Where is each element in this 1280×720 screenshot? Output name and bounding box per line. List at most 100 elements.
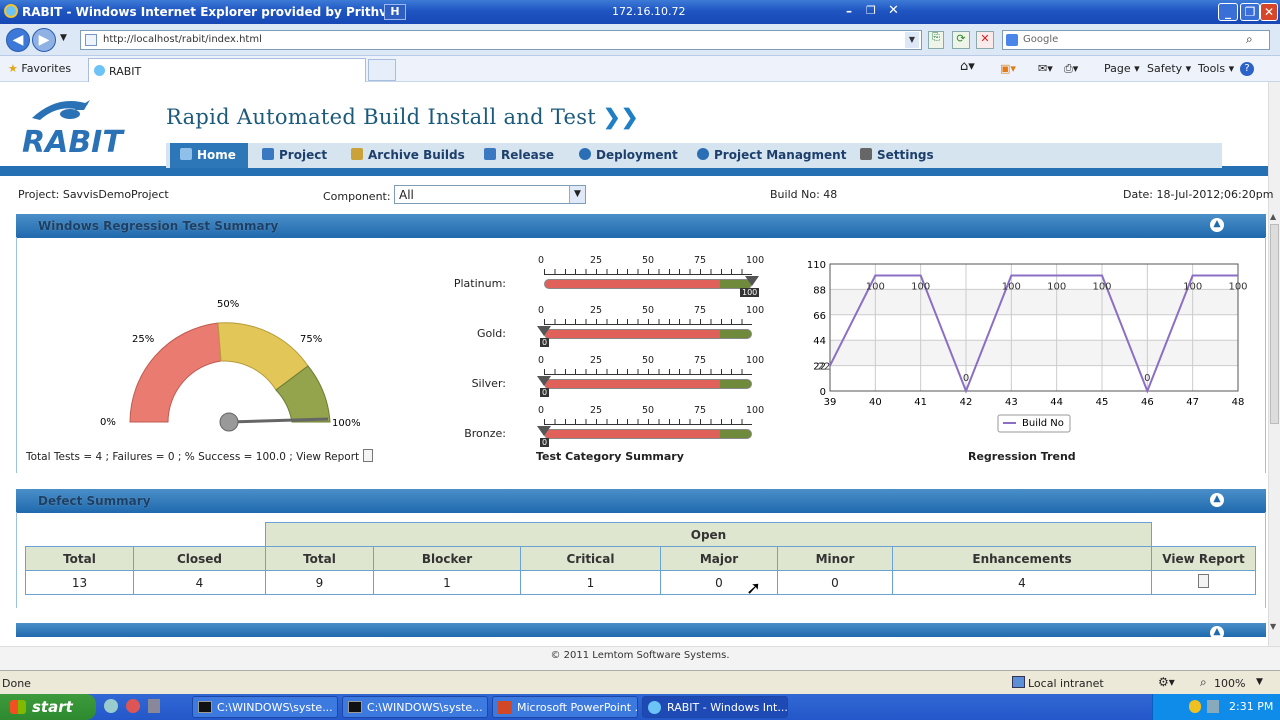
category-scale-label: 0	[538, 405, 545, 416]
regression-section-header[interactable]: Windows Regression Test Summary ▲	[16, 214, 1266, 238]
google-icon	[1006, 34, 1018, 46]
tray-icon[interactable]	[1189, 700, 1201, 713]
system-tray: 2:31 PM	[1152, 694, 1280, 720]
search-input[interactable]: Google	[1002, 30, 1270, 50]
windows-flag-icon	[10, 700, 26, 714]
safety-menu[interactable]: Safety ▾	[1147, 62, 1191, 75]
quicklaunch-icon[interactable]	[148, 699, 160, 713]
start-button[interactable]: start	[0, 694, 96, 720]
title-chevrons-icon: ❯❯	[603, 104, 639, 129]
zone-icon	[1012, 676, 1025, 688]
empty-cell	[1151, 522, 1256, 547]
collapse-up-icon[interactable]: ▲	[1210, 218, 1224, 232]
page-scrollbar[interactable]: ▲ ▼	[1268, 82, 1280, 646]
refresh-icon[interactable]: ⟳	[952, 31, 970, 49]
gauge-label-0: 0%	[100, 417, 116, 428]
feeds-icon[interactable]: ▣▾	[1000, 62, 1016, 75]
category-scale-label: 0	[538, 355, 545, 366]
tools-menu[interactable]: Tools ▾	[1198, 62, 1234, 75]
mail-icon[interactable]: ✉▾	[1038, 62, 1053, 75]
collapse-up-icon[interactable]: ▲	[1210, 493, 1224, 507]
report-date: Date: 18-Jul-2012;06:20pm	[1123, 188, 1274, 201]
zoom-dropdown-icon[interactable]: ▼	[1256, 677, 1263, 687]
gauge-label-75: 75%	[300, 334, 322, 345]
help-icon[interactable]: ?	[1240, 62, 1254, 76]
nav-project[interactable]: Project	[252, 143, 337, 168]
address-bar[interactable]: http://localhost/rabit/index.html ▼	[80, 30, 922, 50]
category-bars: Platinum: 0 25 50 75 100 100 Gold: 0 25 50 75 100 0 Si…	[440, 254, 780, 447]
forward-icon[interactable]: ▶	[32, 28, 56, 52]
taskbar-item-ie[interactable]: RABIT - Windows Int...	[642, 696, 788, 718]
nav-project-management-label: Project Managment	[714, 148, 847, 162]
report-doc-icon[interactable]	[1198, 574, 1209, 588]
ie-icon	[4, 4, 18, 18]
nav-deployment[interactable]: Deployment	[569, 143, 688, 168]
back-icon[interactable]: ◀	[6, 28, 30, 52]
col-view-report: View Report	[1151, 546, 1256, 571]
search-icon[interactable]: ⌕	[1246, 32, 1253, 47]
session-restore-icon[interactable]: ❐	[866, 4, 876, 17]
minimize-button[interactable]: _	[1218, 3, 1238, 21]
grid-band	[830, 264, 1238, 290]
compat-view-icon[interactable]: ⎘	[928, 31, 944, 49]
scroll-thumb[interactable]	[1270, 224, 1279, 424]
category-ticks	[544, 319, 752, 325]
nav-home[interactable]: Home	[170, 143, 248, 168]
nav-release[interactable]: Release	[474, 143, 564, 168]
scroll-down-arrow[interactable]: ▼	[1270, 622, 1279, 632]
protected-mode-icon[interactable]: ⚙▾	[1158, 675, 1175, 689]
next-section-header[interactable]: ▲	[16, 623, 1266, 640]
scroll-up-arrow[interactable]: ▲	[1270, 212, 1279, 222]
session-close-icon[interactable]: ✕	[888, 3, 899, 18]
nav-archive-builds[interactable]: Archive Builds	[341, 143, 475, 168]
data-label: 100	[1092, 282, 1111, 293]
mouse-cursor-icon: ➚	[746, 578, 762, 599]
start-label: start	[32, 698, 73, 716]
new-tab-button[interactable]	[368, 59, 396, 81]
stop-icon[interactable]: ✕	[976, 31, 994, 49]
taskbar-item-cmd-2[interactable]: C:\WINDOWS\syste...	[342, 696, 488, 718]
home-icon[interactable]: ⌂▾	[960, 59, 975, 74]
favorites-button[interactable]: ★ Favorites	[8, 62, 71, 75]
defect-section-header[interactable]: Defect Summary ▲	[16, 489, 1266, 513]
nav-settings[interactable]: Settings	[850, 143, 944, 168]
x-tick-label: 46	[1141, 397, 1154, 408]
address-dropdown-icon[interactable]: ▼	[905, 32, 919, 48]
taskbar-item-powerpoint[interactable]: Microsoft PowerPoint ...	[492, 696, 638, 718]
maximize-button[interactable]: ❐	[1240, 3, 1260, 21]
data-label: 100	[1228, 282, 1247, 293]
session-minimize-icon[interactable]: –	[846, 4, 852, 18]
data-label: 0	[963, 373, 969, 384]
category-ticks	[544, 269, 752, 275]
print-icon[interactable]: ⎙▾	[1064, 62, 1078, 76]
quicklaunch-icon[interactable]	[104, 699, 118, 713]
zoom-icon[interactable]: ⌕	[1200, 675, 1207, 690]
nav-archive-label: Archive Builds	[368, 148, 465, 162]
zoom-level[interactable]: 100%	[1214, 677, 1245, 690]
history-dropdown-icon[interactable]: ▼	[60, 33, 67, 43]
page-menu[interactable]: Page ▾	[1104, 62, 1140, 75]
logo-text: RABIT	[22, 125, 125, 160]
window-title-bar: RABIT - Windows Internet Explorer provid…	[0, 0, 1280, 24]
taskbar-item-cmd-1[interactable]: C:\WINDOWS\syste...	[192, 696, 338, 718]
component-select[interactable]: All ▼	[394, 185, 586, 204]
browser-tab[interactable]: RABIT	[88, 58, 366, 82]
main-nav: Home Project Archive Builds Release Depl…	[166, 143, 1222, 168]
tab-page-icon	[94, 65, 105, 76]
success-gauge: 0% 25% 50% 75% 100%	[100, 299, 361, 432]
category-scale-label: 50	[642, 255, 655, 266]
address-text: http://localhost/rabit/index.html	[103, 34, 262, 45]
report-doc-icon[interactable]	[362, 449, 373, 462]
close-button[interactable]: ✕	[1260, 3, 1278, 21]
app-title: Rapid Automated Build Install and Test ❯…	[166, 104, 639, 129]
collapse-up-icon[interactable]: ▲	[1210, 626, 1224, 640]
nav-project-management[interactable]: Project Managment	[687, 143, 856, 168]
cell-view-report[interactable]	[1151, 570, 1256, 595]
archive-icon	[351, 148, 363, 160]
window-title: RABIT - Windows Internet Explorer provid…	[22, 5, 392, 19]
component-value: All	[399, 188, 414, 202]
tray-icon[interactable]	[1207, 700, 1219, 713]
quicklaunch-icon[interactable]	[126, 699, 140, 713]
regression-trend-title: Regression Trend	[968, 450, 1076, 463]
component-label: Component:	[323, 190, 391, 203]
